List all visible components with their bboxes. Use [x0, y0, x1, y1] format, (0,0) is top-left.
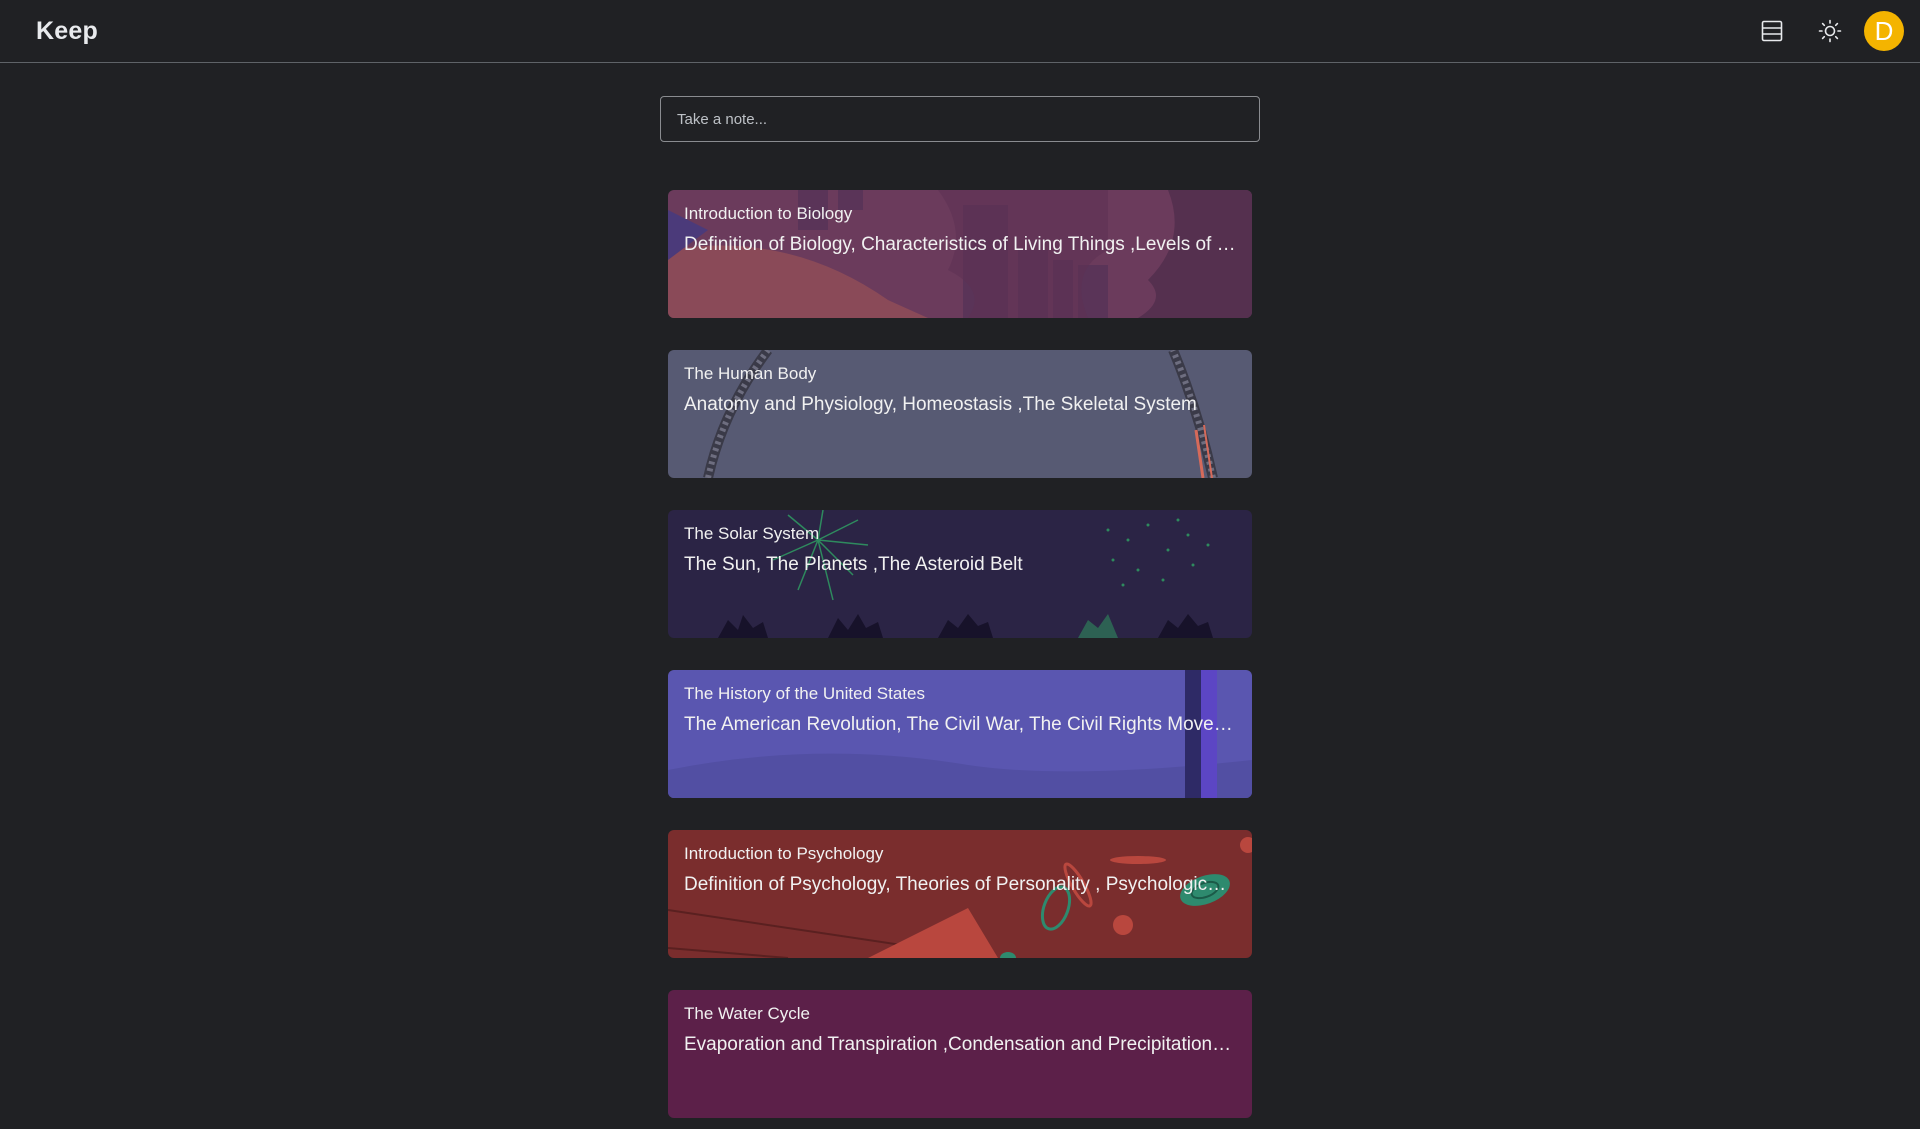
note-card[interactable]: The Solar System The Sun, The Planets ,T…	[668, 510, 1252, 638]
note-title: Introduction to Psychology	[684, 844, 884, 863]
note-body: Anatomy and Physiology, Homeostasis ,The…	[684, 394, 1197, 415]
note-title: The Human Body	[684, 364, 817, 383]
note-card[interactable]: Introduction to Biology Definition of Bi…	[668, 190, 1252, 318]
list-view-icon[interactable]	[1750, 9, 1794, 53]
note-body: The Sun, The Planets ,The Asteroid Belt	[684, 554, 1023, 575]
note-card[interactable]: Introduction to Psychology Definition of…	[668, 830, 1252, 958]
sun-icon[interactable]	[1808, 9, 1852, 53]
note-body: Definition of Psychology, Theories of Pe…	[684, 874, 1236, 895]
app-title: Keep	[36, 17, 98, 45]
note-body: Definition of Biology, Characteristics o…	[684, 234, 1236, 255]
avatar[interactable]: D	[1864, 11, 1904, 51]
note-title: Introduction to Biology	[684, 204, 853, 223]
note-body: Evaporation and Transpiration ,Condensat…	[684, 1034, 1236, 1055]
top-bar: Keep D	[0, 0, 1920, 63]
note-card[interactable]: The Water Cycle Evaporation and Transpir…	[668, 990, 1252, 1118]
note-title: The History of the United States	[684, 684, 925, 703]
note-title: The Solar System	[684, 524, 820, 543]
note-body: The American Revolution, The Civil War, …	[684, 714, 1236, 735]
note-title: The Water Cycle	[684, 1004, 810, 1023]
take-note-input[interactable]	[660, 96, 1260, 142]
note-card[interactable]: The Human Body Anatomy and Physiology, H…	[668, 350, 1252, 478]
note-card[interactable]: The History of the United States The Ame…	[668, 670, 1252, 798]
